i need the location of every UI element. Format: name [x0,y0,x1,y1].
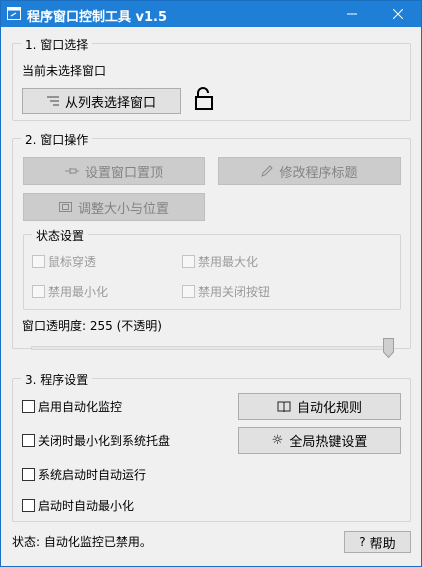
group-title: 2. 窗口操作 [21,131,93,148]
checkbox-box [22,499,35,512]
click-through-label: 鼠标穿透 [48,255,97,269]
checkbox-box [182,255,195,268]
group-title: 1. 窗口选择 [21,36,93,53]
enable-monitor-checkbox[interactable]: 启用自动化监控 [22,398,122,415]
start-minimized-checkbox[interactable]: 启动时自动最小化 [22,497,134,514]
main-window: 程序窗口控制工具 v1.5 1. 窗口选择 当前未选择窗口 从列表选择窗口 2.… [0,0,422,567]
pencil-icon [261,165,274,177]
checkbox-box [22,468,35,481]
global-hotkey-label: 全局热键设置 [289,435,368,450]
help-icon: ? [359,535,366,549]
rename-title-button[interactable]: 修改程序标题 [218,157,401,185]
unlock-icon[interactable] [194,87,214,111]
disable-maximize-label: 禁用最大化 [198,255,259,269]
resize-icon [58,202,72,212]
group-title: 3. 程序设置 [21,371,93,388]
resize-position-button[interactable]: 调整大小与位置 [23,193,205,221]
minimize-button[interactable] [329,1,375,27]
minimize-icon [347,13,357,15]
list-icon [46,96,59,106]
opacity-slider-track[interactable] [31,346,393,350]
min-to-tray-checkbox[interactable]: 关闭时最小化到系统托盘 [22,432,170,449]
pin-icon [64,168,79,174]
help-button[interactable]: ? 帮助 [344,531,411,553]
app-window-icon [7,7,21,20]
group-title: 状态设置 [32,227,89,244]
book-icon [277,401,291,412]
close-button[interactable] [375,1,421,27]
title-bar[interactable]: 程序窗口控制工具 v1.5 [1,1,421,27]
global-hotkey-button[interactable]: ☼ 全局热键设置 [238,427,401,454]
checkbox-box [182,285,195,298]
gear-icon: ☼ [271,433,284,448]
status-text: 状态: 自动化监控已禁用。 [12,535,152,549]
select-window-button[interactable]: 从列表选择窗口 [22,88,181,114]
disable-minimize-label: 禁用最小化 [48,285,109,299]
selection-status: 当前未选择窗口 [22,64,107,78]
enable-monitor-label: 启用自动化监控 [38,400,123,414]
set-topmost-button[interactable]: 设置窗口置顶 [23,157,205,185]
rename-title-label: 修改程序标题 [279,165,358,181]
set-topmost-label: 设置窗口置顶 [84,165,163,181]
checkbox-box [32,255,45,268]
checkbox-box [32,285,45,298]
window-title: 程序窗口控制工具 v1.5 [27,10,168,25]
help-label: 帮助 [369,536,396,552]
opacity-label: 窗口透明度: 255 (不透明) [22,319,162,333]
autostart-label: 系统启动时自动运行 [38,468,147,482]
automation-rules-button[interactable]: 自动化规则 [238,393,401,420]
opacity-slider-thumb[interactable] [383,338,394,358]
disable-close-label: 禁用关闭按钮 [198,285,271,299]
checkbox-box [22,400,35,413]
autostart-checkbox[interactable]: 系统启动时自动运行 [22,466,146,483]
checkbox-box [22,434,35,447]
disable-close-checkbox[interactable]: 禁用关闭按钮 [182,283,270,300]
disable-maximize-checkbox[interactable]: 禁用最大化 [182,253,258,270]
min-to-tray-label: 关闭时最小化到系统托盘 [38,434,171,448]
close-icon [393,9,403,19]
disable-minimize-checkbox[interactable]: 禁用最小化 [32,283,108,300]
resize-position-label: 调整大小与位置 [77,201,169,217]
select-window-label: 从列表选择窗口 [64,95,156,111]
automation-rules-label: 自动化规则 [296,401,362,416]
click-through-checkbox[interactable]: 鼠标穿透 [32,253,96,270]
start-minimized-label: 启动时自动最小化 [38,499,135,513]
